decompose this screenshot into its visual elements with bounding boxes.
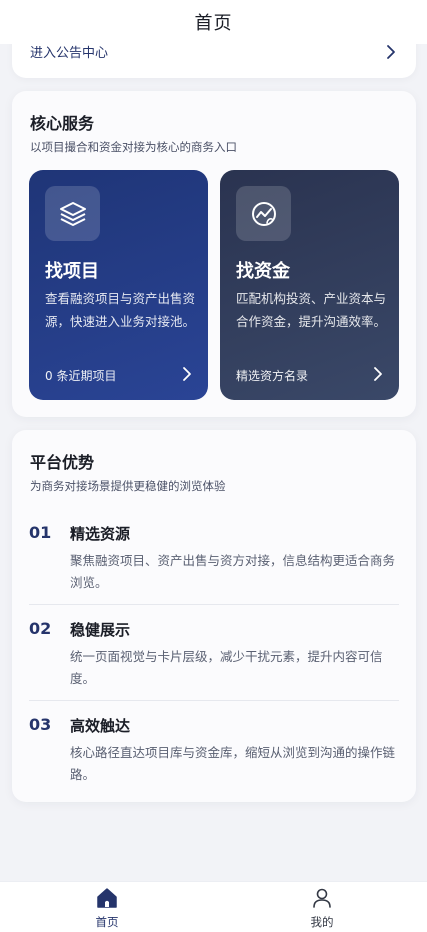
card-title: 找项目	[45, 261, 99, 282]
find-project-card[interactable]: 找项目 查看融资项目与资产出售资源，快速进入业务对接池。 0 条近期项目	[29, 170, 208, 400]
card-description: 匹配机构投资、产业资本与合作资金，提升沟通效率。	[236, 291, 387, 329]
advantage-title: 精选资源	[70, 525, 131, 543]
bottom-tab-bar: 首页 我的	[0, 881, 427, 932]
tab-home[interactable]: 首页	[77, 884, 137, 932]
advantage-description: 统一页面视觉与卡片层级，减少干扰元素，提升内容可信度。	[70, 649, 383, 686]
advantage-description: 核心路径直达项目库与资金库，缩短从浏览到沟通的操作链路。	[70, 745, 396, 782]
tab-mine[interactable]: 我的	[292, 884, 352, 932]
top-nav-bar: 首页	[0, 0, 427, 44]
advantage-title: 高效触达	[70, 717, 131, 735]
chevron-right-icon	[374, 367, 382, 381]
chevron-right-icon	[387, 45, 395, 59]
home-icon	[97, 888, 117, 908]
section-subtitle: 以项目撮合和资金对接为核心的商务入口	[30, 140, 237, 154]
globe-chart-icon	[236, 186, 291, 241]
notice-center-link[interactable]: 进入公告中心	[30, 42, 108, 61]
platform-advantages-section: 平台优势 为商务对接场景提供更稳健的浏览体验 01 精选资源 聚焦融资项目、资产…	[12, 430, 416, 802]
core-services-section: 核心服务 以项目撮合和资金对接为核心的商务入口 找项目 查看融资项目与资产出售资…	[12, 91, 416, 417]
layers-icon	[45, 186, 100, 241]
find-fund-card[interactable]: 找资金 匹配机构投资、产业资本与合作资金，提升沟通效率。 精选资方名录	[220, 170, 399, 400]
recent-project-count: 0 条近期项目	[45, 369, 117, 383]
tab-label: 首页	[95, 915, 119, 929]
advantage-number: 01	[29, 523, 52, 542]
investor-directory-label: 精选资方名录	[236, 369, 309, 383]
advantage-number: 03	[29, 715, 52, 734]
user-icon	[313, 888, 331, 908]
divider	[29, 700, 399, 701]
section-title: 核心服务	[30, 114, 95, 133]
chevron-right-icon	[183, 367, 191, 381]
card-description: 查看融资项目与资产出售资源，快速进入业务对接池。	[45, 291, 196, 329]
divider	[29, 604, 399, 605]
card-title: 找资金	[236, 261, 290, 282]
page-title: 首页	[194, 13, 233, 34]
section-subtitle: 为商务对接场景提供更稳健的浏览体验	[30, 479, 226, 493]
advantage-number: 02	[29, 619, 52, 638]
section-title: 平台优势	[30, 453, 95, 472]
advantage-description: 聚焦融资项目、资产出售与资方对接，信息结构更适合商务浏览。	[70, 553, 396, 590]
advantage-title: 稳健展示	[70, 621, 131, 639]
tab-label: 我的	[310, 915, 334, 929]
